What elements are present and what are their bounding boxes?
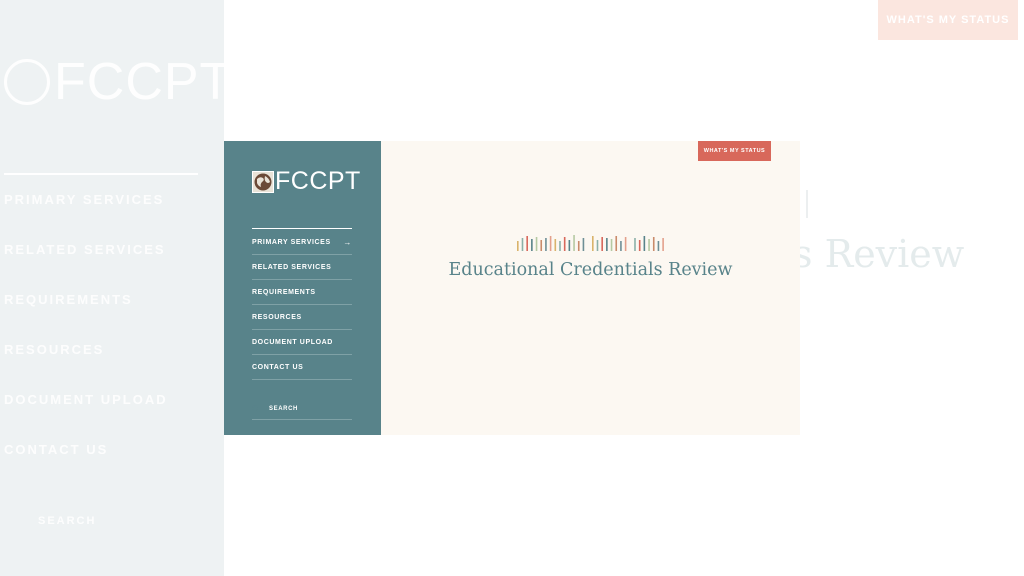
- background-bar-mark: [806, 190, 808, 218]
- background-nav-item: PRIMARY SERVICES: [4, 192, 165, 207]
- decor-bar: [638, 240, 641, 251]
- nav-item-contact-us[interactable]: CONTACT US: [252, 355, 352, 380]
- logo-link[interactable]: FCCPT: [252, 169, 361, 194]
- background-nav-item: DOCUMENT UPLOAD: [4, 392, 168, 407]
- decor-bar: [549, 236, 552, 251]
- nav-item-label: CONTACT US: [252, 363, 304, 371]
- search-label: SEARCH: [269, 406, 298, 412]
- background-nav-item: RELATED SERVICES: [4, 242, 166, 257]
- arrow-right-icon: →: [343, 237, 352, 247]
- background-status-button: WHAT'S MY STATUS: [878, 0, 1018, 40]
- decor-bar: [652, 237, 655, 251]
- decor-bar: [601, 237, 603, 251]
- decor-bar: [540, 240, 543, 251]
- decor-bar: [610, 239, 613, 251]
- nav-item-label: RESOURCES: [252, 313, 302, 321]
- decor-bar: [606, 238, 608, 251]
- decor-bar: [526, 236, 528, 251]
- nav-item-primary-services[interactable]: PRIMARY SERVICES →: [252, 230, 352, 255]
- whats-my-status-button[interactable]: WHAT'S MY STATUS: [698, 141, 771, 161]
- decor-bar: [662, 238, 664, 251]
- decor-bar: [596, 240, 599, 251]
- decor-bar: [573, 235, 575, 251]
- nav-item-label: DOCUMENT UPLOAD: [252, 338, 333, 346]
- background-nav-item: REQUIREMENTS: [4, 292, 133, 307]
- decor-bar: [521, 238, 524, 251]
- decor-bar: [634, 238, 636, 251]
- sidebar: FCCPT PRIMARY SERVICES → RELATED SERVICE…: [224, 141, 381, 435]
- decor-bar: [531, 239, 533, 251]
- page-title: Educational Credentials Review: [448, 260, 733, 280]
- nav-item-resources[interactable]: RESOURCES: [252, 305, 352, 330]
- nav-item-label: RELATED SERVICES: [252, 263, 332, 271]
- main-content: WHAT'S MY STATUS Educational Credentials…: [381, 141, 800, 435]
- decor-bar: [624, 237, 627, 251]
- decor-bar: [559, 241, 561, 251]
- background-divider: [4, 173, 198, 175]
- nav-item-requirements[interactable]: REQUIREMENTS: [252, 280, 352, 305]
- primary-nav: PRIMARY SERVICES → RELATED SERVICES REQU…: [252, 230, 352, 380]
- decor-bar: [577, 241, 580, 251]
- search-icon: [252, 405, 260, 413]
- color-bars-icon: [517, 235, 664, 251]
- decor-bar: [545, 238, 547, 251]
- background-logo: FCCPT: [4, 52, 232, 112]
- decor-bar: [620, 241, 622, 251]
- decor-bar: [517, 241, 519, 251]
- logo-text: FCCPT: [275, 167, 361, 195]
- decor-bar: [615, 236, 618, 251]
- search-button[interactable]: SEARCH: [252, 399, 352, 420]
- background-nav-item: CONTACT US: [4, 442, 109, 457]
- background-logo-text: FCCPT: [54, 53, 233, 111]
- background-globe-icon: [4, 59, 50, 105]
- decor-bar: [568, 240, 571, 251]
- nav-item-label: REQUIREMENTS: [252, 288, 316, 296]
- decor-bar: [554, 239, 557, 251]
- decor-bar: [648, 239, 650, 251]
- site-preview: FCCPT PRIMARY SERVICES → RELATED SERVICE…: [224, 141, 800, 435]
- background-title: s Review: [793, 232, 965, 276]
- background-sidebar: FCCPT PRIMARY SERVICES RELATED SERVICES …: [0, 0, 231, 576]
- nav-divider: [252, 228, 352, 229]
- background-search: SEARCH: [38, 515, 97, 527]
- decor-bar: [657, 241, 660, 251]
- decor-bar: [643, 236, 646, 251]
- globe-icon: [252, 170, 274, 193]
- nav-item-related-services[interactable]: RELATED SERVICES: [252, 255, 352, 280]
- background-nav: PRIMARY SERVICES RELATED SERVICES REQUIR…: [4, 192, 168, 492]
- nav-item-label: PRIMARY SERVICES: [252, 238, 331, 246]
- nav-item-document-upload[interactable]: DOCUMENT UPLOAD: [252, 330, 352, 355]
- decor-bar: [582, 238, 585, 251]
- decor-bar: [563, 237, 566, 251]
- background-nav-item: RESOURCES: [4, 342, 105, 357]
- decor-bar: [535, 237, 538, 251]
- decor-bar: [592, 236, 594, 251]
